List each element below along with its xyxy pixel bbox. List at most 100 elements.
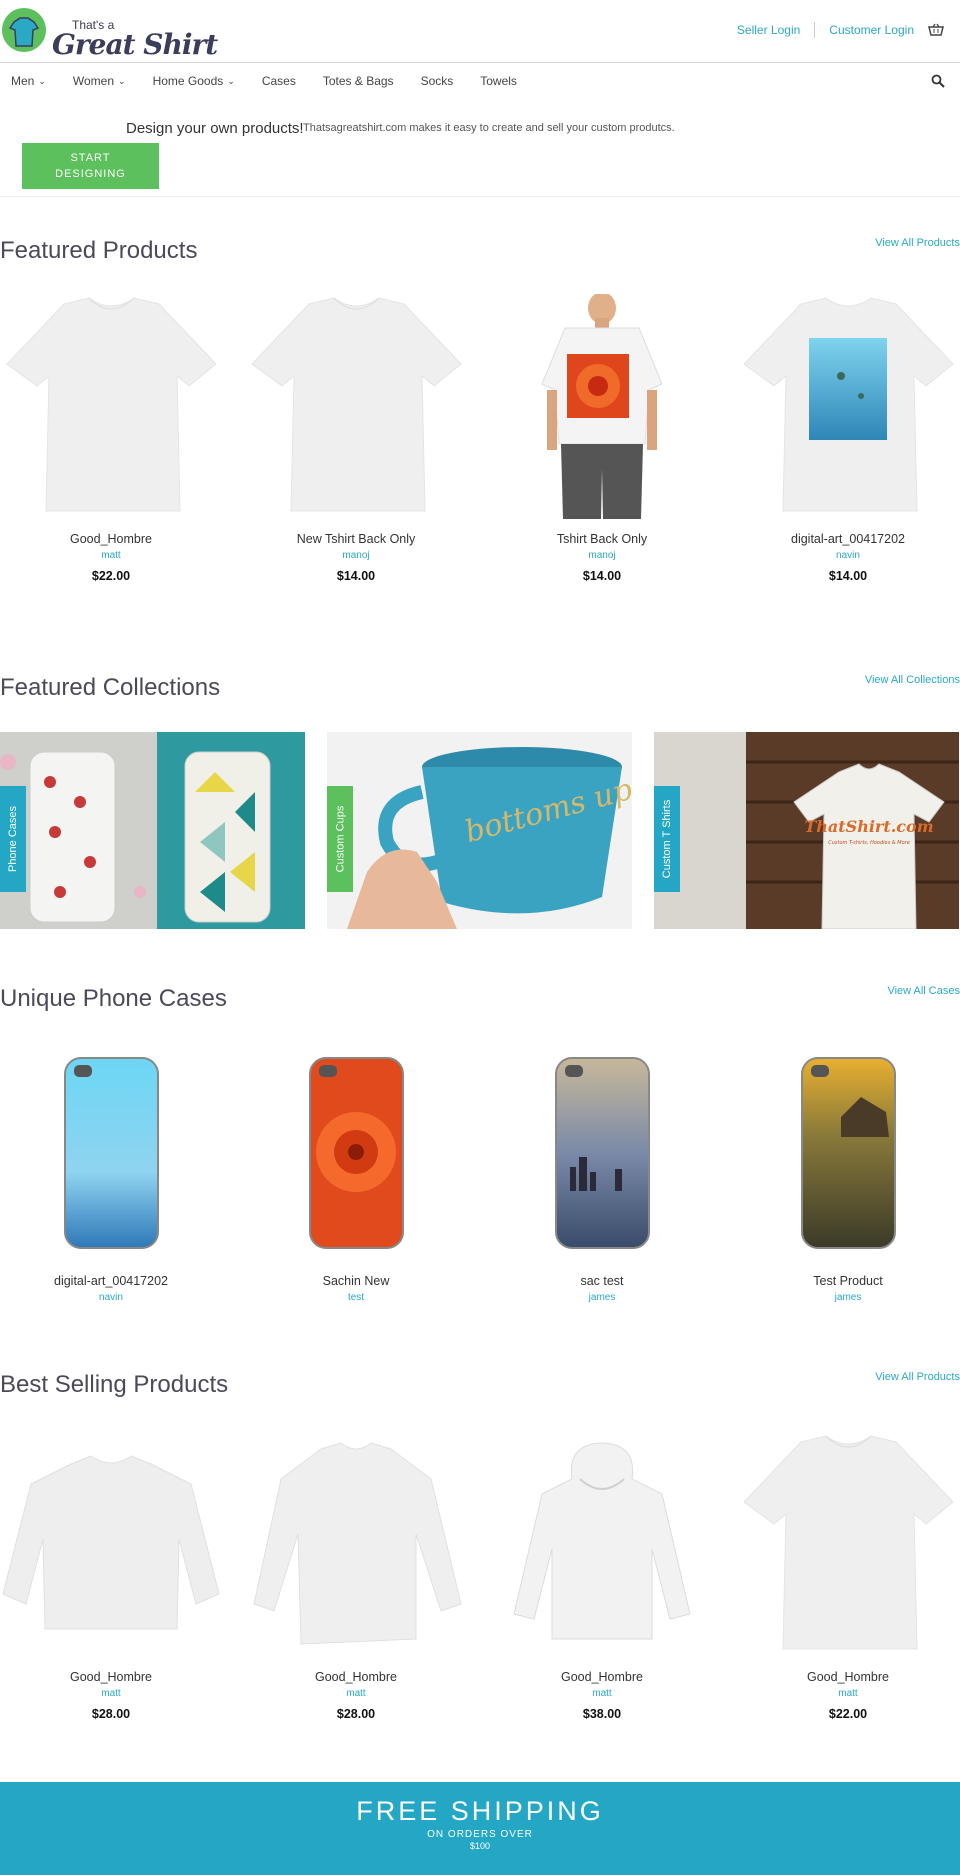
- product-name[interactable]: Good_Hombre: [0, 532, 222, 546]
- case-name[interactable]: Sachin New: [245, 1274, 467, 1288]
- shipping-amount: $100: [469, 1841, 491, 1851]
- product-vendor[interactable]: navin: [737, 550, 959, 561]
- button-label-line2: DESIGNING: [55, 168, 126, 180]
- case-vendor[interactable]: james: [491, 1292, 713, 1303]
- nav-label: Women: [72, 74, 115, 88]
- collection-image: ThatShirt.com Custom T-shirts, Hoodies &…: [654, 732, 959, 929]
- product-image[interactable]: [491, 290, 713, 522]
- account-links: Seller Login Customer Login: [737, 22, 944, 38]
- product-name[interactable]: Good_Hombre: [737, 1670, 959, 1684]
- promo-title: Design your own products!: [126, 120, 304, 137]
- nav-item-women[interactable]: Women ⌄: [73, 74, 126, 88]
- main-nav: Men ⌄ Women ⌄ Home Goods ⌄ Cases Totes & Ba…: [0, 63, 960, 99]
- product-vendor[interactable]: matt: [0, 550, 222, 561]
- seller-login-link[interactable]: Seller Login: [737, 23, 800, 37]
- view-all-best-link[interactable]: View All Products: [875, 1371, 960, 1383]
- case-card[interactable]: Test Product james: [737, 1042, 959, 1303]
- product-card[interactable]: New Tshirt Back Only manoj $14.00: [245, 290, 467, 583]
- product-name[interactable]: Good_Hombre: [245, 1670, 467, 1684]
- product-card[interactable]: Good_Hombre matt $28.00: [0, 1428, 222, 1721]
- case-vendor[interactable]: test: [245, 1292, 467, 1303]
- product-name[interactable]: Tshirt Back Only: [491, 532, 713, 546]
- nav-label: Socks: [420, 74, 454, 88]
- product-card[interactable]: Good_Hombre matt $22.00: [737, 1428, 959, 1721]
- customer-login-link[interactable]: Customer Login: [829, 23, 914, 37]
- view-all-cases-link[interactable]: View All Cases: [887, 985, 960, 997]
- product-vendor[interactable]: manoj: [245, 550, 467, 561]
- product-vendor[interactable]: manoj: [491, 550, 713, 561]
- promo-text: Thatsagreatshirt.com makes it easy to cr…: [303, 122, 675, 134]
- case-card[interactable]: sac test james: [491, 1042, 713, 1303]
- cart-icon[interactable]: [928, 23, 944, 37]
- product-image[interactable]: [0, 1428, 222, 1660]
- collection-image: [0, 732, 305, 929]
- product-price: $22.00: [91, 569, 131, 583]
- product-price: $14.00: [828, 569, 868, 583]
- shipping-subtitle: ON ORDERS OVER: [427, 1829, 533, 1840]
- view-all-products-link[interactable]: View All Products: [875, 237, 960, 249]
- case-image[interactable]: [737, 1042, 959, 1264]
- collection-tag[interactable]: Custom T Shirts: [654, 786, 680, 892]
- product-price: $38.00: [582, 1707, 622, 1721]
- collection-label: Custom T Shirts: [661, 799, 674, 879]
- nav-item-socks[interactable]: Socks: [421, 74, 454, 88]
- product-card[interactable]: Good_Hombre matt $28.00: [245, 1428, 467, 1721]
- shirt-print-title: ThatShirt.com: [804, 817, 933, 836]
- product-card[interactable]: Good_Hombre matt $38.00: [491, 1428, 713, 1721]
- product-vendor[interactable]: matt: [737, 1688, 959, 1699]
- search-icon[interactable]: [931, 74, 945, 88]
- product-price: $14.00: [336, 569, 376, 583]
- product-image[interactable]: [245, 290, 467, 522]
- logo-shirt-icon: [2, 8, 46, 52]
- free-shipping-banner: FREE SHIPPING ON ORDERS OVER $100: [0, 1782, 960, 1875]
- case-image[interactable]: [491, 1042, 713, 1264]
- collection-image: bottoms up: [327, 732, 632, 929]
- case-name[interactable]: Test Product: [737, 1274, 959, 1288]
- collection-label: Phone Cases: [7, 805, 20, 873]
- start-designing-button[interactable]: START DESIGNING: [22, 143, 159, 189]
- link-divider: [814, 22, 816, 38]
- case-image[interactable]: [245, 1042, 467, 1264]
- product-card[interactable]: Tshirt Back Only manoj $14.00: [491, 290, 713, 583]
- nav-label: Totes & Bags: [322, 74, 394, 88]
- case-vendor[interactable]: navin: [0, 1292, 222, 1303]
- product-name[interactable]: Good_Hombre: [491, 1670, 713, 1684]
- nav-item-home-goods[interactable]: Home Goods ⌄: [153, 74, 235, 88]
- product-card[interactable]: Good_Hombre matt $22.00: [0, 290, 222, 583]
- case-image[interactable]: [0, 1042, 222, 1264]
- collection-tag[interactable]: Custom Cups: [327, 786, 353, 892]
- shirt-print-subtitle: Custom T-shirts, Hoodies & More: [828, 840, 910, 846]
- nav-label: Home Goods: [152, 74, 224, 88]
- case-card[interactable]: Sachin New test: [245, 1042, 467, 1303]
- chevron-down-icon: ⌄: [227, 75, 235, 86]
- nav-item-men[interactable]: Men ⌄: [11, 74, 46, 88]
- product-name[interactable]: New Tshirt Back Only: [245, 532, 467, 546]
- nav-item-cases[interactable]: Cases: [262, 74, 296, 88]
- collection-custom-cups[interactable]: bottoms up Custom Cups: [327, 732, 632, 929]
- product-vendor[interactable]: matt: [245, 1688, 467, 1699]
- site-logo[interactable]: That's a Great Shirt: [2, 8, 218, 61]
- product-price: $28.00: [91, 1707, 131, 1721]
- product-card[interactable]: digital-art_00417202 navin $14.00: [737, 290, 959, 583]
- product-image[interactable]: [737, 290, 959, 522]
- nav-item-towels[interactable]: Towels: [480, 74, 517, 88]
- product-name[interactable]: Good_Hombre: [0, 1670, 222, 1684]
- collection-phone-cases[interactable]: Phone Cases: [0, 732, 305, 929]
- product-vendor[interactable]: matt: [491, 1688, 713, 1699]
- product-name[interactable]: digital-art_00417202: [737, 532, 959, 546]
- case-name[interactable]: digital-art_00417202: [0, 1274, 222, 1288]
- collection-tag[interactable]: Phone Cases: [0, 786, 26, 892]
- product-price: $14.00: [582, 569, 622, 583]
- view-all-collections-link[interactable]: View All Collections: [865, 674, 960, 686]
- product-image[interactable]: [0, 290, 222, 522]
- nav-item-totes-bags[interactable]: Totes & Bags: [323, 74, 394, 88]
- case-name[interactable]: sac test: [491, 1274, 713, 1288]
- case-card[interactable]: digital-art_00417202 navin: [0, 1042, 222, 1303]
- product-image[interactable]: [245, 1428, 467, 1660]
- product-vendor[interactable]: matt: [0, 1688, 222, 1699]
- button-label-line1: START: [70, 152, 111, 164]
- case-vendor[interactable]: james: [737, 1292, 959, 1303]
- product-image[interactable]: [491, 1428, 713, 1660]
- product-image[interactable]: [737, 1428, 959, 1660]
- collection-custom-t-shirts[interactable]: ThatShirt.com Custom T-shirts, Hoodies &…: [654, 732, 959, 929]
